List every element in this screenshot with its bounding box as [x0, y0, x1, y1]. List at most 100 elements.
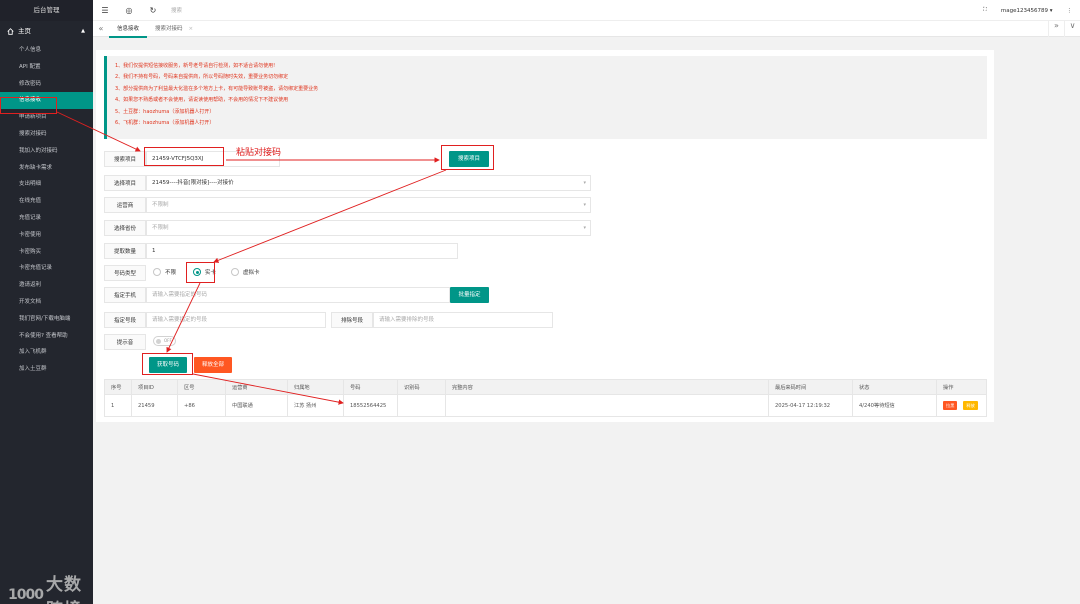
select-project-value: 21459----抖音[限对接]----对接价	[152, 180, 234, 186]
fullscreen-icon[interactable]: ⛶	[983, 7, 987, 14]
province-value: 不限制	[152, 225, 169, 231]
segment-input[interactable]: 请输入需要指定的号段	[146, 312, 326, 328]
sidebar-item-tudou[interactable]: 加入土豆群	[0, 361, 93, 378]
search-project-label: 搜索项目	[104, 151, 146, 167]
annotation-box-search-input	[144, 147, 224, 166]
sidebar-item-rebate[interactable]: 邀请返利	[0, 277, 93, 294]
table-header: 序号 项目ID 区号 运营商 归属地 号码 识别码 完整内容 最后来码时间 状态…	[104, 379, 987, 395]
notice-line: 5、土豆群：haozhuma（添加机器人打开）	[115, 108, 215, 115]
tab-scroll-left-icon[interactable]: «	[93, 24, 109, 33]
chevron-down-icon: ▾	[583, 202, 586, 208]
switch-label: OFF	[164, 338, 172, 343]
td-actions: 拉黑 释放	[936, 395, 988, 416]
td-time: 2025-04-17 12:19:32	[768, 395, 852, 416]
sidebar-item-post-demand[interactable]: 发布缺卡需求	[0, 160, 93, 177]
sidebar-item-card-records[interactable]: 卡密充值记录	[0, 260, 93, 277]
sidebar-item-expenses[interactable]: 支出明细	[0, 176, 93, 193]
td-status: 4/240等待短信	[852, 395, 936, 416]
notice-line: 6、飞机群：haozhuma（添加机器人打开）	[115, 120, 215, 127]
th-time: 最后来码时间	[768, 380, 852, 394]
chevron-down-icon: ▾	[583, 180, 586, 186]
sidebar-item-help[interactable]: 不会使用? 查看帮助	[0, 328, 93, 345]
radio-circle	[153, 268, 161, 276]
refresh-icon[interactable]: ↻	[141, 6, 165, 15]
sidebar-item-website[interactable]: 我们官网/下载电脑端	[0, 311, 93, 328]
sidebar-item-recharge[interactable]: 在线充值	[0, 193, 93, 210]
exclude-input[interactable]: 请输入需要排除的号段	[373, 312, 553, 328]
annotation-box-search-button	[441, 145, 494, 170]
release-all-button[interactable]: 释放全部	[194, 357, 232, 373]
numbers-table: 序号 项目ID 区号 运营商 归属地 号码 识别码 完整内容 最后来码时间 状态…	[104, 379, 987, 417]
caret-up-icon: ▲	[81, 28, 85, 34]
province-label: 选择省份	[104, 220, 146, 236]
menu-icon[interactable]: ☰	[93, 6, 117, 15]
sidebar-item-my-codes[interactable]: 我加入的对接码	[0, 143, 93, 160]
td-index: 1	[111, 402, 115, 409]
quantity-input[interactable]: 1	[146, 243, 458, 259]
td-code	[397, 395, 445, 416]
release-button[interactable]: 释放	[963, 401, 978, 410]
radio-label: 不限	[165, 270, 177, 276]
sidebar-item-api[interactable]: API 配置	[0, 59, 93, 76]
table-row: 1 21459 +86 中国联通 江苏 扬州 18552564425 2025-…	[104, 395, 987, 417]
th-operator: 运营商	[225, 380, 287, 394]
notice-line: 1、我们仅提供短信接收服务，新号老号请自行检测，如不适合请勿使用!	[115, 63, 276, 69]
segment-label: 指定号段	[104, 312, 146, 328]
globe-icon[interactable]: ◎	[117, 6, 141, 15]
annotation-box-radio	[186, 262, 215, 283]
tab-menu-icon[interactable]: ∨	[1064, 21, 1080, 37]
app-root: 后台管理 主页 ▲ 个人信息 API 配置 修改密码 信息接收 申请新项目 搜索…	[0, 0, 1080, 604]
phone-input[interactable]: 请输入需要指定的号码	[146, 287, 450, 303]
tab-label: 信息接收	[117, 25, 140, 32]
more-icon[interactable]: ⋮	[1067, 8, 1073, 14]
header-right: ⛶ mage123456789 ▾ ⋮	[983, 0, 1072, 21]
tab-scroll-right-icon[interactable]: »	[1048, 21, 1064, 37]
th-status: 状态	[852, 380, 936, 394]
sidebar-item-profile[interactable]: 个人信息	[0, 42, 93, 59]
province-dropdown[interactable]: 不限制 ▾	[146, 220, 591, 236]
radio-virtual-card[interactable]: 虚拟卡	[231, 268, 260, 276]
sidebar-item-docs[interactable]: 开发文档	[0, 294, 93, 311]
tab-label: 搜索对接码	[155, 25, 183, 32]
header-search[interactable]: 搜索	[171, 6, 182, 14]
operator-dropdown[interactable]: 不限制 ▾	[146, 197, 591, 213]
radio-label: 虚拟卡	[243, 270, 260, 276]
sidebar-item-card-buy[interactable]: 卡密购买	[0, 244, 93, 261]
td-project-id: 21459	[131, 395, 177, 416]
chevron-down-icon: ▾	[583, 225, 586, 231]
tips-switch[interactable]: OFF	[153, 336, 176, 346]
close-icon[interactable]: ×	[189, 26, 194, 32]
top-header: ☰ ◎ ↻ 搜索 ⛶ mage123456789 ▾ ⋮	[93, 0, 1080, 21]
sidebar-item-search-code[interactable]: 搜索对接码	[0, 126, 93, 143]
tips-label: 提示音	[104, 334, 146, 350]
sidebar-group-home[interactable]: 主页 ▲	[0, 21, 93, 42]
notice-line: 3、部分提供商为了利益最大化滥在多个地方上卡，有可能导致账号被盗，请勿绑定重要业…	[115, 85, 319, 92]
operator-label: 运营商	[104, 197, 146, 213]
sidebar-item-password[interactable]: 修改密码	[0, 76, 93, 93]
watermark: 1000 大数跨境	[8, 570, 93, 604]
home-icon	[7, 28, 14, 35]
tab-search-code[interactable]: 搜索对接码 ×	[147, 21, 201, 37]
th-number: 号码	[343, 380, 397, 394]
td-content	[445, 395, 768, 416]
sidebar-item-card-use[interactable]: 卡密使用	[0, 227, 93, 244]
th-project-id: 项目ID	[131, 380, 177, 394]
sidebar-item-telegram[interactable]: 加入飞机群	[0, 344, 93, 361]
th-actions: 操作	[936, 380, 988, 394]
radio-circle	[231, 268, 239, 276]
watermark-text: 大数跨境	[45, 575, 82, 604]
blacklist-button[interactable]: 拉黑	[943, 401, 958, 410]
th-code: 识别码	[397, 380, 445, 394]
annotation-box-get-button	[142, 353, 193, 375]
th-index: 序号	[111, 384, 122, 391]
batch-specify-button[interactable]: 批量指定	[450, 287, 489, 303]
radio-unlimited[interactable]: 不限	[153, 268, 176, 276]
phone-label: 指定手机	[104, 287, 146, 303]
sidebar-item-recharge-records[interactable]: 充值记录	[0, 210, 93, 227]
user-menu[interactable]: mage123456789 ▾	[1001, 8, 1053, 14]
number-type-label: 号码类型	[104, 265, 146, 281]
td-area-code: +86	[177, 395, 225, 416]
tab-receive[interactable]: 信息接收	[109, 21, 148, 38]
select-project-dropdown[interactable]: 21459----抖音[限对接]----对接价 ▾	[146, 175, 591, 191]
watermark-logo: 1000	[8, 587, 44, 603]
